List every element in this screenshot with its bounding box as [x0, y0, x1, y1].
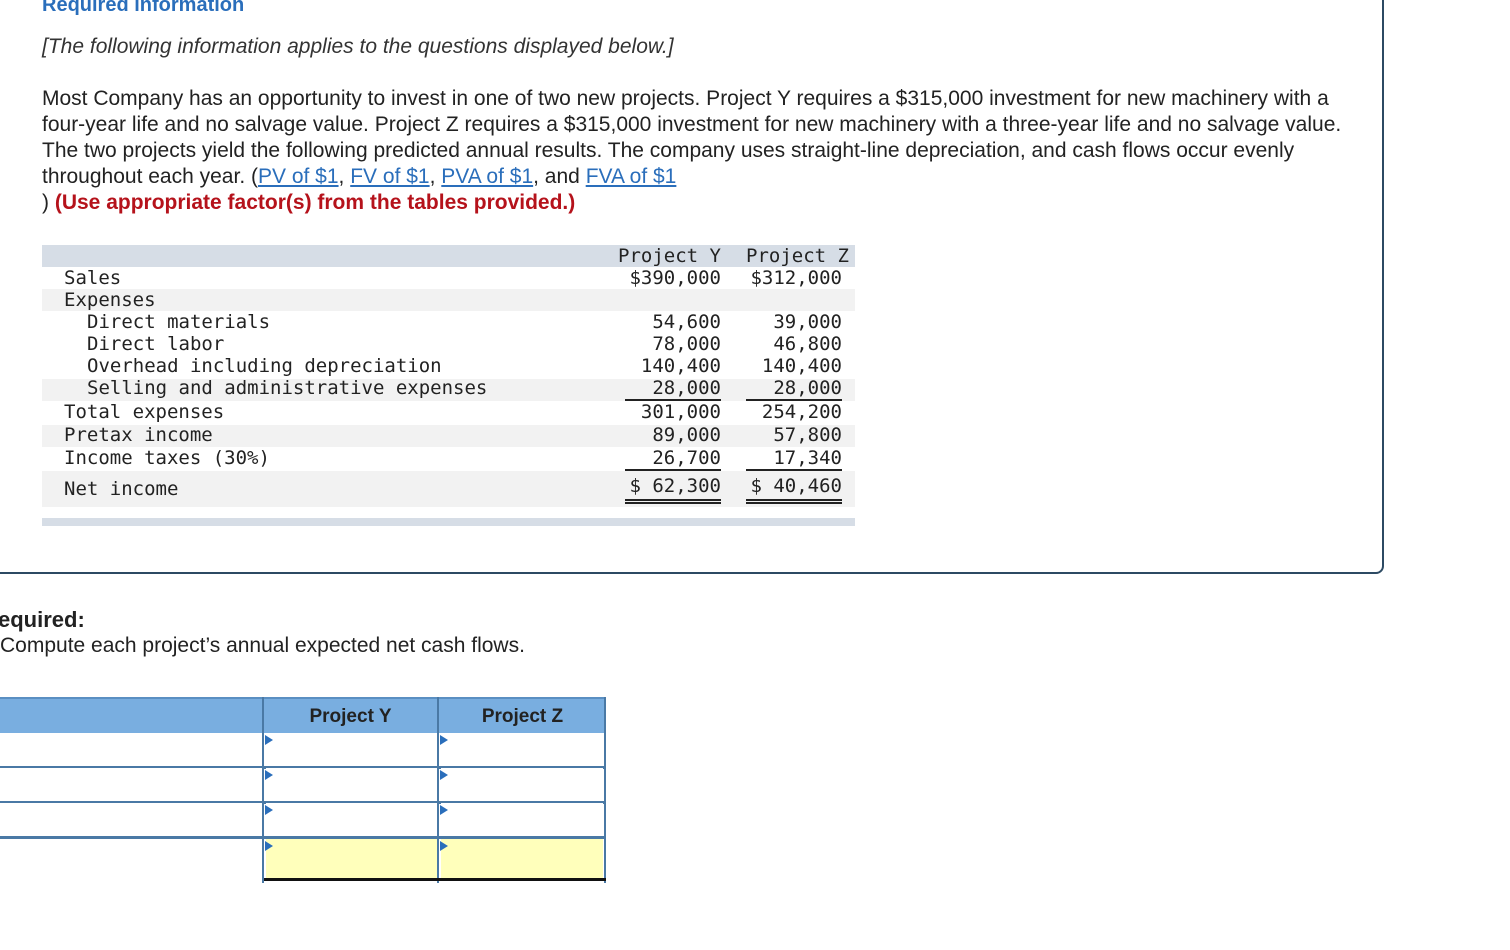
row-label: Net income [64, 478, 179, 500]
value-y: 26,700 [625, 447, 721, 471]
grid-row [0, 733, 606, 769]
dropdown-marker-icon [440, 770, 448, 780]
row-label: Expenses [64, 289, 156, 311]
value-y: 140,400 [640, 355, 721, 377]
row-label: Direct materials [87, 311, 271, 333]
header-band [42, 245, 855, 267]
grid-divider [437, 697, 439, 883]
required-heading: equired: [0, 607, 85, 632]
value-z: 17,340 [746, 447, 842, 471]
value-z: $ 40,460 [746, 475, 842, 504]
income-statement-table: Project Y Project Z Sales $390,000 $312,… [42, 245, 855, 526]
project-y-total-input[interactable] [266, 839, 437, 878]
value-y: 301,000 [640, 401, 721, 423]
row-label: Income taxes (30%) [64, 447, 270, 469]
grid-header: Project Y Project Z [0, 697, 606, 733]
link-sep-3: , and [533, 165, 586, 188]
value-z: 46,800 [773, 333, 842, 355]
value-y: $ 62,300 [625, 475, 721, 504]
value-y: 54,600 [652, 311, 721, 333]
project-y-input[interactable] [266, 768, 437, 801]
project-y-input[interactable] [266, 803, 437, 836]
fv-of-1-link[interactable]: FV of $1 [350, 165, 429, 188]
row-band [42, 289, 855, 311]
grid-divider [604, 697, 606, 883]
grid-total-row [0, 839, 606, 878]
required-question: Compute each project’s annual expected n… [0, 634, 525, 657]
row-label: Total expenses [64, 401, 225, 423]
grid-divider [262, 697, 264, 883]
row-label: Sales [64, 267, 122, 289]
dropdown-marker-icon [440, 841, 448, 851]
row-label-input[interactable] [0, 768, 262, 801]
row-label: Pretax income [64, 424, 213, 446]
grid-col-project-z: Project Z [481, 706, 564, 727]
pv-of-1-link[interactable]: PV of $1 [258, 165, 339, 188]
value-y: 89,000 [652, 424, 721, 446]
value-y: 28,000 [625, 377, 721, 401]
answer-grid: Project Y Project Z [0, 697, 606, 883]
project-z-input[interactable] [441, 733, 603, 766]
grid-row [0, 768, 606, 804]
value-y: 78,000 [652, 333, 721, 355]
row-label-input[interactable] [0, 733, 262, 766]
dropdown-marker-icon [265, 805, 273, 815]
fva-of-1-link[interactable]: FVA of $1 [586, 165, 677, 188]
dropdown-marker-icon [265, 735, 273, 745]
project-z-total-input[interactable] [441, 839, 603, 878]
grid-total-underline [264, 878, 606, 881]
value-z: 254,200 [761, 401, 842, 423]
value-z: 39,000 [773, 311, 842, 333]
value-z: 140,400 [761, 355, 842, 377]
dropdown-marker-icon [265, 770, 273, 780]
grid-row [0, 803, 606, 839]
col-header-project-y: Project Y [618, 245, 721, 267]
problem-text: Most Company has an opportunity to inves… [42, 86, 1342, 216]
pva-of-1-link[interactable]: PVA of $1 [441, 165, 533, 188]
dropdown-marker-icon [440, 805, 448, 815]
value-y: $390,000 [629, 267, 721, 289]
value-z: 57,800 [773, 424, 842, 446]
value-z: 28,000 [746, 377, 842, 401]
row-label: Direct labor [87, 333, 225, 355]
value-z: $312,000 [750, 267, 842, 289]
grid-col-project-y: Project Y [309, 706, 392, 727]
row-label: Overhead including depreciation [87, 355, 442, 377]
project-z-input[interactable] [441, 768, 603, 801]
project-z-input[interactable] [441, 803, 603, 836]
total-label-input[interactable] [0, 839, 262, 878]
project-y-input[interactable] [266, 733, 437, 766]
link-close: ) [42, 191, 49, 214]
row-label-input[interactable] [0, 803, 262, 836]
dropdown-marker-icon [265, 841, 273, 851]
link-sep-2: , [429, 165, 442, 188]
row-label: Selling and administrative expenses [87, 377, 488, 399]
intro-note: [The following information applies to th… [42, 35, 674, 58]
factor-instruction: (Use appropriate factor(s) from the tabl… [54, 191, 576, 214]
panel-heading: Required information [42, 0, 245, 16]
link-sep-1: , [338, 165, 351, 188]
problem-body: Most Company has an opportunity to inves… [42, 87, 1342, 188]
dropdown-marker-icon [440, 735, 448, 745]
col-header-project-z: Project Z [746, 245, 849, 267]
footer-band [42, 518, 855, 526]
